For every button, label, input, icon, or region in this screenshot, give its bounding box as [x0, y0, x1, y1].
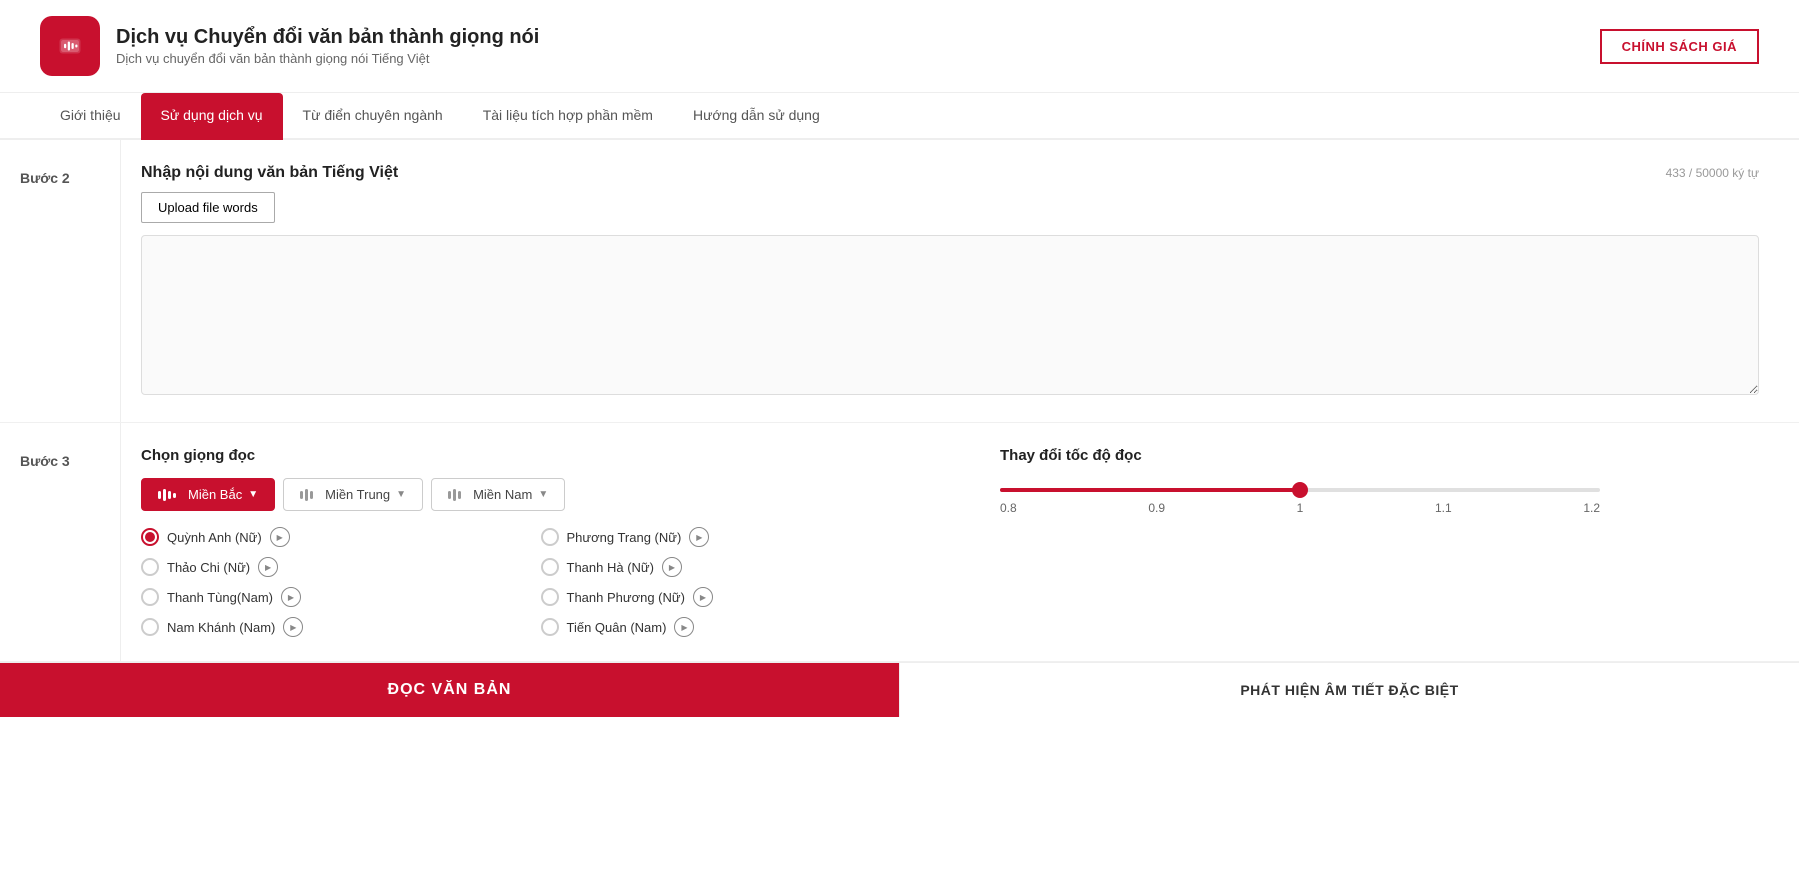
chevron-north-icon: ▼	[248, 489, 258, 500]
play-quynhanh[interactable]: ▶	[270, 527, 290, 547]
step2-title: Nhập nội dung văn bản Tiếng Việt	[141, 164, 398, 182]
nav-tabs: Giới thiệu Sử dụng dịch vụ Từ điển chuyê…	[0, 93, 1799, 140]
tab-service[interactable]: Sử dụng dịch vụ	[141, 93, 283, 140]
speed-labels: 0.8 0.9 1 1.1 1.2	[1000, 501, 1600, 515]
speed-label-08: 0.8	[1000, 501, 1017, 515]
voice-option-phuongtrang[interactable]: Phương Trang (Nữ) ▶	[541, 527, 901, 547]
region-tab-central[interactable]: Miền Trung ▼	[283, 478, 423, 511]
voice-option-thanhphuong[interactable]: Thanh Phương (Nữ) ▶	[541, 587, 901, 607]
step2-content: Nhập nội dung văn bản Tiếng Việt 433 / 5…	[120, 140, 1799, 422]
voice-name-namkhanh: Nam Khánh (Nam)	[167, 620, 275, 635]
radio-thanhha	[541, 558, 559, 576]
voice-option-quynhanh[interactable]: Quỳnh Anh (Nữ) ▶	[141, 527, 501, 547]
voice-name-tienquan: Tiến Quân (Nam)	[567, 620, 667, 635]
region-central-label: Miền Trung	[325, 487, 390, 502]
speed-slider[interactable]	[1000, 488, 1600, 492]
read-button[interactable]: ĐỌC VĂN BẢN	[0, 663, 899, 717]
radio-thanhtung	[141, 588, 159, 606]
detect-button[interactable]: PHÁT HIỆN ÂM TIẾT ĐẶC BIỆT	[899, 663, 1799, 717]
voice-name-thanhtung: Thanh Tùng(Nam)	[167, 590, 273, 605]
play-namkhanh[interactable]: ▶	[283, 617, 303, 637]
voice-name-thaochi: Thảo Chi (Nữ)	[167, 560, 250, 575]
tab-guide[interactable]: Hướng dẫn sử dụng	[673, 93, 840, 140]
voice-grid: Quỳnh Anh (Nữ) ▶ Phương Trang (Nữ) ▶ Thả…	[141, 527, 900, 637]
region-tab-south[interactable]: Miền Nam ▼	[431, 478, 565, 511]
pricing-button[interactable]: CHÍNH SÁCH GIÁ	[1600, 29, 1759, 64]
upload-file-button[interactable]: Upload file words	[141, 192, 275, 223]
step3-content: Chọn giọng đọc Miền Bắc ▼	[120, 423, 1799, 661]
step2-label: Bước 2	[0, 140, 120, 422]
speed-slider-container: 0.8 0.9 1 1.1 1.2	[1000, 478, 1759, 515]
tab-introduction[interactable]: Giới thiệu	[40, 93, 141, 140]
speed-label-09: 0.9	[1148, 501, 1165, 515]
speed-title: Thay đổi tốc độ đọc	[1000, 447, 1759, 464]
text-area-wrapper	[141, 235, 1759, 398]
play-thanhha[interactable]: ▶	[662, 557, 682, 577]
waveform-icon-north	[158, 487, 182, 502]
text-input[interactable]	[141, 235, 1759, 395]
app-title: Dịch vụ Chuyển đổi văn bản thành giọng n…	[116, 26, 539, 49]
header-left: Dịch vụ Chuyển đổi văn bản thành giọng n…	[40, 16, 539, 76]
play-thaochi[interactable]: ▶	[258, 557, 278, 577]
speed-section: Thay đổi tốc độ đọc 0.8 0.9 1 1.1 1.2	[940, 447, 1759, 637]
char-count: 433 / 50000 ký tự	[1666, 166, 1759, 180]
radio-tienquan	[541, 618, 559, 636]
region-north-label: Miền Bắc	[188, 487, 242, 502]
region-tabs: Miền Bắc ▼ Miền Trung ▼	[141, 478, 900, 511]
voice-option-namkhanh[interactable]: Nam Khánh (Nam) ▶	[141, 617, 501, 637]
play-thanhtung[interactable]: ▶	[281, 587, 301, 607]
voice-option-thanhha[interactable]: Thanh Hà (Nữ) ▶	[541, 557, 901, 577]
radio-thanhphuong	[541, 588, 559, 606]
step3-row: Bước 3 Chọn giọng đọc	[0, 423, 1799, 662]
step2-row: Bước 2 Nhập nội dung văn bản Tiếng Việt …	[0, 140, 1799, 423]
step3-label: Bước 3	[0, 423, 120, 661]
voice-name-thanhphuong: Thanh Phương (Nữ)	[567, 590, 685, 605]
speed-label-11: 1.1	[1435, 501, 1452, 515]
voice-name-thanhha: Thanh Hà (Nữ)	[567, 560, 654, 575]
play-thanhphuong[interactable]: ▶	[693, 587, 713, 607]
radio-phuongtrang	[541, 528, 559, 546]
voice-option-thanhtung[interactable]: Thanh Tùng(Nam) ▶	[141, 587, 501, 607]
waveform-icon-central	[300, 487, 319, 502]
tab-docs[interactable]: Tài liệu tích hợp phần mềm	[463, 93, 673, 140]
header: Dịch vụ Chuyển đổi văn bản thành giọng n…	[0, 0, 1799, 93]
chevron-south-icon: ▼	[538, 489, 548, 500]
radio-quynhanh	[141, 528, 159, 546]
voice-option-thaochi[interactable]: Thảo Chi (Nữ) ▶	[141, 557, 501, 577]
region-south-label: Miền Nam	[473, 487, 532, 502]
radio-namkhanh	[141, 618, 159, 636]
logo	[40, 16, 100, 76]
voice-option-tienquan[interactable]: Tiến Quân (Nam) ▶	[541, 617, 901, 637]
tab-dictionary[interactable]: Từ điển chuyên ngành	[283, 93, 463, 140]
radio-thaochi	[141, 558, 159, 576]
bottom-bar: ĐỌC VĂN BẢN PHÁT HIỆN ÂM TIẾT ĐẶC BIỆT	[0, 662, 1799, 717]
voice-name-quynhanh: Quỳnh Anh (Nữ)	[167, 530, 262, 545]
steps-wrapper: Bước 2 Nhập nội dung văn bản Tiếng Việt …	[0, 140, 1799, 717]
play-phuongtrang[interactable]: ▶	[689, 527, 709, 547]
header-title: Dịch vụ Chuyển đổi văn bản thành giọng n…	[116, 26, 539, 66]
speed-label-12: 1.2	[1583, 501, 1600, 515]
voice-section: Chọn giọng đọc Miền Bắc ▼	[141, 447, 900, 637]
voice-title: Chọn giọng đọc	[141, 447, 900, 464]
speed-label-1: 1	[1297, 501, 1304, 515]
play-tienquan[interactable]: ▶	[674, 617, 694, 637]
app-subtitle: Dịch vụ chuyển đổi văn bản thành giọng n…	[116, 51, 539, 66]
waveform-icon-south	[448, 487, 467, 502]
voice-name-phuongtrang: Phương Trang (Nữ)	[567, 530, 682, 545]
region-tab-north[interactable]: Miền Bắc ▼	[141, 478, 275, 511]
chevron-central-icon: ▼	[396, 489, 406, 500]
